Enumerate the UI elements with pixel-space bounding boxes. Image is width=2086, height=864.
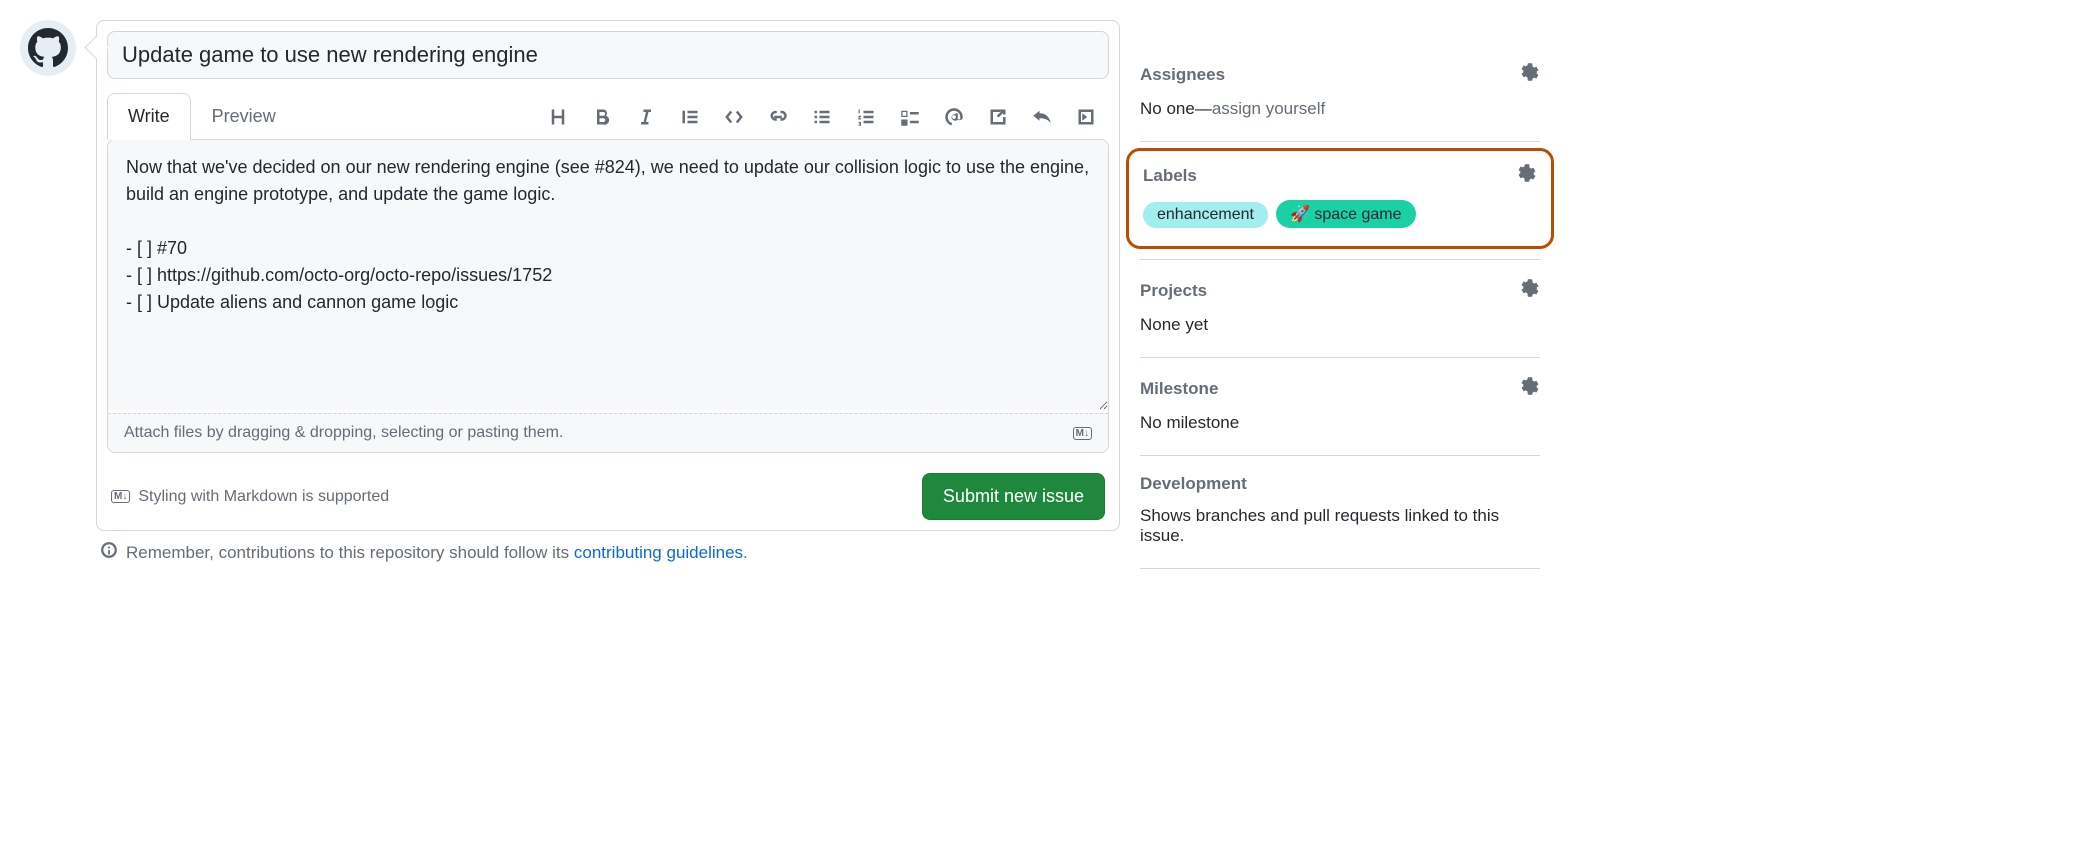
sidebar-assignees: Assignees No one—assign yourself xyxy=(1140,44,1540,142)
issue-title-input[interactable] xyxy=(107,31,1109,79)
gear-icon[interactable] xyxy=(1520,278,1540,303)
unordered-list-icon[interactable] xyxy=(811,106,833,128)
sidebar-labels: Labels enhancement 🚀 space game xyxy=(1140,142,1540,260)
cross-reference-icon[interactable] xyxy=(987,106,1009,128)
info-icon xyxy=(100,541,118,564)
quote-icon[interactable] xyxy=(679,106,701,128)
milestone-none: No milestone xyxy=(1140,413,1540,433)
task-list-icon[interactable] xyxy=(899,106,921,128)
comment-box: Write Preview xyxy=(96,20,1120,531)
link-icon[interactable] xyxy=(767,106,789,128)
markdown-toolbar xyxy=(547,106,1109,128)
label-pill[interactable]: 🚀 space game xyxy=(1276,200,1416,228)
label-pill[interactable]: enhancement xyxy=(1143,202,1268,228)
contributing-warning: Remember, contributions to this reposito… xyxy=(96,531,1120,574)
code-icon[interactable] xyxy=(723,106,745,128)
sidebar-milestone: Milestone No milestone xyxy=(1140,358,1540,456)
tab-preview[interactable]: Preview xyxy=(191,93,297,140)
issue-body-textarea[interactable] xyxy=(108,140,1108,410)
ordered-list-icon[interactable] xyxy=(855,106,877,128)
warn-suffix: . xyxy=(743,543,748,562)
assign-yourself-link[interactable]: assign yourself xyxy=(1212,99,1325,118)
development-title: Development xyxy=(1140,474,1247,494)
attach-hint-text: Attach files by dragging & dropping, sel… xyxy=(124,424,563,442)
labels-highlight-box: Labels enhancement 🚀 space game xyxy=(1126,148,1554,249)
markdown-support-note[interactable]: M↓ Styling with Markdown is supported xyxy=(111,488,389,506)
gear-icon[interactable] xyxy=(1520,62,1540,87)
contributing-guidelines-link[interactable]: contributing guidelines xyxy=(574,543,743,562)
markdown-badge-icon: M↓ xyxy=(1073,427,1092,440)
assignees-none: No one— xyxy=(1140,99,1212,118)
attach-files-hint[interactable]: Attach files by dragging & dropping, sel… xyxy=(108,413,1108,452)
projects-title: Projects xyxy=(1140,281,1207,301)
projects-none: None yet xyxy=(1140,315,1540,335)
development-text: Shows branches and pull requests linked … xyxy=(1140,506,1540,546)
heading-icon[interactable] xyxy=(547,106,569,128)
warn-prefix: Remember, contributions to this reposito… xyxy=(126,543,574,562)
milestone-title: Milestone xyxy=(1140,379,1218,399)
sidebar-development: Development Shows branches and pull requ… xyxy=(1140,456,1540,569)
avatar[interactable] xyxy=(20,20,76,76)
markdown-support-text: Styling with Markdown is supported xyxy=(138,488,389,506)
submit-issue-button[interactable]: Submit new issue xyxy=(922,473,1105,520)
tab-write[interactable]: Write xyxy=(107,93,191,140)
italic-icon[interactable] xyxy=(635,106,657,128)
reply-icon[interactable] xyxy=(1031,106,1053,128)
gear-icon[interactable] xyxy=(1520,376,1540,401)
assignees-title: Assignees xyxy=(1140,65,1225,85)
labels-title: Labels xyxy=(1143,166,1197,186)
gear-icon[interactable] xyxy=(1517,163,1537,188)
markdown-badge-icon: M↓ xyxy=(111,490,130,503)
mention-icon[interactable] xyxy=(943,106,965,128)
saved-replies-icon[interactable] xyxy=(1075,106,1097,128)
sidebar-projects: Projects None yet xyxy=(1140,260,1540,358)
bold-icon[interactable] xyxy=(591,106,613,128)
